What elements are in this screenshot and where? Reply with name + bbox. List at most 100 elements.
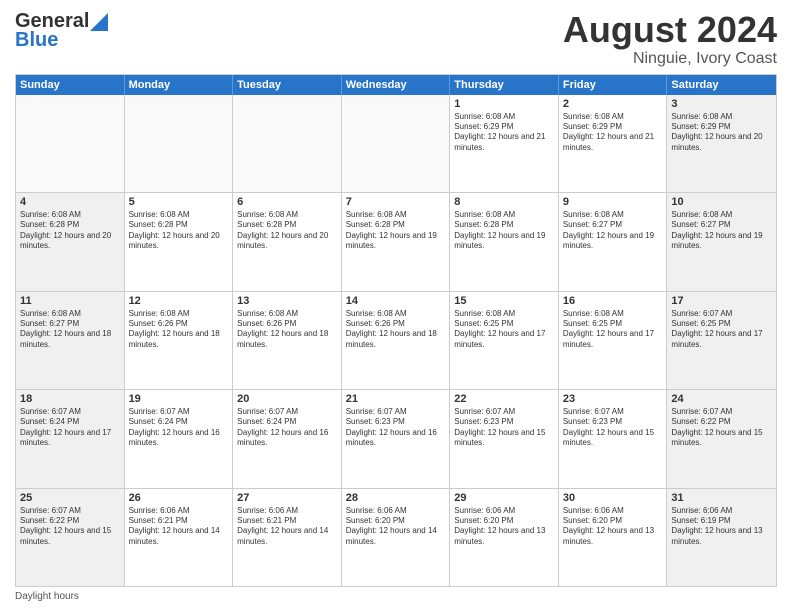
cell-text: Sunrise: 6:07 AM Sunset: 6:22 PM Dayligh… — [671, 407, 772, 449]
day-number: 28 — [346, 492, 446, 504]
cell-text: Sunrise: 6:06 AM Sunset: 6:20 PM Dayligh… — [563, 506, 663, 548]
calendar-cell: 20 Sunrise: 6:07 AM Sunset: 6:24 PM Dayli… — [233, 390, 342, 487]
calendar-cell: 17Sunrise: 6:07 AM Sunset: 6:25 PM Dayli… — [667, 292, 776, 389]
day-number: 8 — [454, 196, 554, 208]
day-number: 3 — [671, 98, 772, 110]
calendar-header-cell: Tuesday — [233, 75, 342, 95]
calendar-cell: 2 Sunrise: 6:08 AM Sunset: 6:29 PM Daylig… — [559, 95, 668, 192]
calendar-cell: 19 Sunrise: 6:07 AM Sunset: 6:24 PM Dayli… — [125, 390, 234, 487]
cell-text: Sunrise: 6:07 AM Sunset: 6:24 PM Dayligh… — [20, 407, 120, 449]
subtitle: Ninguie, Ivory Coast — [563, 50, 777, 68]
cell-text: Sunrise: 6:08 AM Sunset: 6:26 PM Dayligh… — [237, 309, 337, 351]
cell-text: Sunrise: 6:08 AM Sunset: 6:26 PM Dayligh… — [346, 309, 446, 351]
day-number: 18 — [20, 393, 120, 405]
calendar-cell — [125, 95, 234, 192]
calendar-cell: 12 Sunrise: 6:08 AM Sunset: 6:26 PM Dayli… — [125, 292, 234, 389]
calendar-cell: 26 Sunrise: 6:06 AM Sunset: 6:21 PM Dayli… — [125, 489, 234, 586]
day-number: 26 — [129, 492, 229, 504]
calendar-cell: 8Sunrise: 6:08 AM Sunset: 6:28 PM Daylig… — [450, 193, 559, 290]
cell-text: Sunrise: 6:06 AM Sunset: 6:20 PM Dayligh… — [454, 506, 554, 548]
footer-text: Daylight hours — [15, 591, 79, 602]
day-number: 24 — [671, 393, 772, 405]
day-number: 9 — [563, 196, 663, 208]
cell-text: Sunrise: 6:08 AM Sunset: 6:25 PM Dayligh… — [563, 309, 663, 351]
calendar-row: 4 Sunrise: 6:08 AM Sunset: 6:28 PM Daylig… — [16, 193, 776, 291]
day-number: 23 — [563, 393, 663, 405]
calendar-header-cell: Saturday — [667, 75, 776, 95]
day-number: 12 — [129, 295, 229, 307]
calendar-cell: 29 Sunrise: 6:06 AM Sunset: 6:20 PM Dayli… — [450, 489, 559, 586]
cell-text: Sunrise: 6:08 AM Sunset: 6:28 PM Dayligh… — [346, 210, 446, 252]
calendar-cell: 1Sunrise: 6:08 AM Sunset: 6:29 PM Daylig… — [450, 95, 559, 192]
calendar-row: 25 Sunrise: 6:07 AM Sunset: 6:22 PM Dayli… — [16, 489, 776, 586]
calendar-header-cell: Wednesday — [342, 75, 451, 95]
day-number: 19 — [129, 393, 229, 405]
title-area: August 2024 Ninguie, Ivory Coast — [563, 10, 777, 68]
calendar-row: 18 Sunrise: 6:07 AM Sunset: 6:24 PM Dayli… — [16, 390, 776, 488]
calendar-cell: 5Sunrise: 6:08 AM Sunset: 6:28 PM Daylig… — [125, 193, 234, 290]
day-number: 29 — [454, 492, 554, 504]
day-number: 25 — [20, 492, 120, 504]
calendar-cell: 23 Sunrise: 6:07 AM Sunset: 6:23 PM Dayli… — [559, 390, 668, 487]
cell-text: Sunrise: 6:08 AM Sunset: 6:26 PM Dayligh… — [129, 309, 229, 351]
day-number: 10 — [671, 196, 772, 208]
day-number: 7 — [346, 196, 446, 208]
header: General Blue August 2024 Ninguie, Ivory … — [15, 10, 777, 68]
calendar-cell: 27 Sunrise: 6:06 AM Sunset: 6:21 PM Dayli… — [233, 489, 342, 586]
main-title: August 2024 — [563, 10, 777, 50]
cell-text: Sunrise: 6:08 AM Sunset: 6:27 PM Dayligh… — [563, 210, 663, 252]
day-number: 4 — [20, 196, 120, 208]
calendar: SundayMondayTuesdayWednesdayThursdayFrid… — [15, 74, 777, 587]
calendar-cell — [233, 95, 342, 192]
calendar-row: 1 Sunrise: 6:08 AM Sunset: 6:29 PM Daylig… — [16, 95, 776, 193]
calendar-cell — [16, 95, 125, 192]
calendar-cell: 10Sunrise: 6:08 AM Sunset: 6:27 PM Dayli… — [667, 193, 776, 290]
calendar-cell: 18 Sunrise: 6:07 AM Sunset: 6:24 PM Dayli… — [16, 390, 125, 487]
calendar-header-cell: Monday — [125, 75, 234, 95]
day-number: 15 — [454, 295, 554, 307]
calendar-cell: 7 Sunrise: 6:08 AM Sunset: 6:28 PM Daylig… — [342, 193, 451, 290]
calendar-cell: 6Sunrise: 6:08 AM Sunset: 6:28 PM Daylig… — [233, 193, 342, 290]
calendar-cell: 25 Sunrise: 6:07 AM Sunset: 6:22 PM Dayli… — [16, 489, 125, 586]
day-number: 30 — [563, 492, 663, 504]
calendar-cell: 4 Sunrise: 6:08 AM Sunset: 6:28 PM Daylig… — [16, 193, 125, 290]
page: General Blue August 2024 Ninguie, Ivory … — [0, 0, 792, 612]
cell-text: Sunrise: 6:06 AM Sunset: 6:21 PM Dayligh… — [237, 506, 337, 548]
cell-text: Sunrise: 6:07 AM Sunset: 6:23 PM Dayligh… — [454, 407, 554, 449]
cell-text: Sunrise: 6:08 AM Sunset: 6:27 PM Dayligh… — [20, 309, 120, 351]
calendar-header-cell: Sunday — [16, 75, 125, 95]
calendar-cell: 28 Sunrise: 6:06 AM Sunset: 6:20 PM Dayli… — [342, 489, 451, 586]
day-number: 17 — [671, 295, 772, 307]
cell-text: Sunrise: 6:06 AM Sunset: 6:20 PM Dayligh… — [346, 506, 446, 548]
day-number: 20 — [237, 393, 337, 405]
calendar-body: 1 Sunrise: 6:08 AM Sunset: 6:29 PM Daylig… — [16, 95, 776, 586]
day-number: 27 — [237, 492, 337, 504]
cell-text: Sunrise: 6:08 AM Sunset: 6:29 PM Dayligh… — [563, 112, 663, 154]
calendar-cell: 24 Sunrise: 6:07 AM Sunset: 6:22 PM Dayli… — [667, 390, 776, 487]
day-number: 13 — [237, 295, 337, 307]
cell-text: Sunrise: 6:07 AM Sunset: 6:22 PM Dayligh… — [20, 506, 120, 548]
calendar-cell: 15Sunrise: 6:08 AM Sunset: 6:25 PM Dayli… — [450, 292, 559, 389]
calendar-row: 11Sunrise: 6:08 AM Sunset: 6:27 PM Dayli… — [16, 292, 776, 390]
cell-text: Sunrise: 6:06 AM Sunset: 6:21 PM Dayligh… — [129, 506, 229, 548]
calendar-cell — [342, 95, 451, 192]
day-number: 6 — [237, 196, 337, 208]
cell-text: Sunrise: 6:07 AM Sunset: 6:23 PM Dayligh… — [563, 407, 663, 449]
day-number: 1 — [454, 98, 554, 110]
cell-text: Sunrise: 6:08 AM Sunset: 6:28 PM Dayligh… — [20, 210, 120, 252]
day-number: 2 — [563, 98, 663, 110]
day-number: 16 — [563, 295, 663, 307]
calendar-header-cell: Thursday — [450, 75, 559, 95]
calendar-cell: 16 Sunrise: 6:08 AM Sunset: 6:25 PM Dayli… — [559, 292, 668, 389]
cell-text: Sunrise: 6:07 AM Sunset: 6:24 PM Dayligh… — [129, 407, 229, 449]
day-number: 5 — [129, 196, 229, 208]
calendar-cell: 21Sunrise: 6:07 AM Sunset: 6:23 PM Dayli… — [342, 390, 451, 487]
calendar-cell: 22Sunrise: 6:07 AM Sunset: 6:23 PM Dayli… — [450, 390, 559, 487]
logo-icon — [90, 13, 108, 31]
logo: General Blue — [15, 10, 109, 52]
cell-text: Sunrise: 6:06 AM Sunset: 6:19 PM Dayligh… — [671, 506, 772, 548]
logo-blue: Blue — [15, 29, 58, 52]
calendar-cell: 9 Sunrise: 6:08 AM Sunset: 6:27 PM Daylig… — [559, 193, 668, 290]
cell-text: Sunrise: 6:07 AM Sunset: 6:24 PM Dayligh… — [237, 407, 337, 449]
day-number: 31 — [671, 492, 772, 504]
